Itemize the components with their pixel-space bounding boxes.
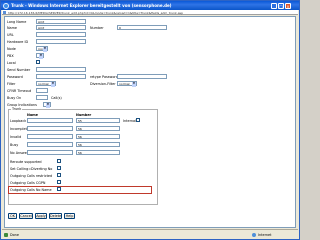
outgoing-cgpn-checkbox[interactable] (57, 180, 61, 184)
trunk-col-name: Name (27, 113, 38, 117)
number-input[interactable]: 0 (117, 25, 167, 30)
group-indications-select[interactable]: ▼ (43, 102, 51, 108)
invalid-number-input[interactable]: 56 (76, 134, 120, 139)
busy-number-input[interactable]: 56 (76, 142, 120, 147)
retype-password-input[interactable] (117, 74, 167, 79)
busy-label: Busy (10, 143, 19, 147)
outgoing-restricted-checkbox[interactable] (57, 173, 61, 177)
pbx-label: PBX (7, 54, 14, 58)
number-label: Number (90, 26, 104, 30)
node-label: Node (7, 47, 16, 51)
hardware-id-label: Hardware ID (7, 40, 29, 44)
name-input[interactable]: Amt (36, 25, 86, 30)
internal-checkbox[interactable] (136, 118, 140, 122)
globe-icon (252, 232, 256, 237)
chevron-down-icon: ▼ (51, 82, 55, 87)
invalid-label: Invalid (10, 135, 22, 139)
outgoing-restricted-label: Outgoing Calls restricted (10, 174, 53, 178)
loopback-label: Loopback (10, 119, 27, 123)
outgoing-no-name-label: Outgoing Calls No Name (10, 188, 52, 192)
title-bar: Trunk - Windows Internet Explorer bereit… (1, 1, 299, 10)
password-label: Password (7, 75, 23, 79)
window-title: Trunk - Windows Internet Explorer bereit… (11, 3, 172, 8)
filter-select[interactable]: normal ▼ (36, 81, 56, 87)
password-input[interactable] (36, 74, 86, 79)
address-url[interactable]: http://172.16.136.6/MEDIA/SERVER/trunk_e… (8, 11, 296, 15)
incomplete-number-input[interactable]: 56 (76, 126, 120, 131)
no-answer-name-input[interactable] (27, 150, 73, 155)
busy-on-label: Busy On (7, 96, 22, 100)
no-answer-label: No Answer (10, 151, 29, 155)
form-content: Long Name Amt Name Amt Number 0 URL Hard… (4, 16, 296, 228)
diversion-filter-label: Diversion-Filter (90, 82, 116, 86)
cancel-button[interactable]: Cancel (19, 213, 33, 219)
no-answer-number-input[interactable]: 56 (76, 150, 120, 155)
loopback-name-input[interactable] (27, 118, 73, 123)
filter-label: Filter (7, 82, 16, 86)
long-name-input[interactable]: Amt (36, 19, 86, 24)
long-name-label: Long Name (7, 20, 27, 24)
set-calling-diverting-label: Set Calling=Diverting No (10, 167, 53, 171)
local-checkbox[interactable] (36, 60, 40, 64)
chevron-down-icon: ▼ (46, 103, 50, 108)
page-icon (3, 10, 6, 15)
status-bar: Done Internet (2, 229, 298, 239)
maximize-button[interactable]: □ (278, 2, 284, 9)
internal-label: Internal (123, 119, 137, 123)
send-number-input[interactable] (36, 67, 86, 72)
local-label: Local (7, 61, 16, 65)
internet-explorer-icon (3, 2, 9, 9)
pbx-select[interactable]: ▼ (36, 53, 44, 59)
busy-name-input[interactable] (27, 142, 73, 147)
name-label: Name (7, 26, 18, 30)
ok-button[interactable]: OK (8, 213, 17, 219)
chevron-down-icon: ▼ (39, 54, 43, 59)
browser-window: Trunk - Windows Internet Explorer bereit… (0, 0, 300, 240)
set-calling-diverting-checkbox[interactable] (57, 166, 61, 170)
status-text: Done (10, 233, 19, 237)
page-done-icon (4, 232, 8, 237)
retype-password-label: retype Password (90, 75, 118, 79)
reroute-supported-label: Reroute supported (10, 160, 42, 164)
cfnr-timeout-label: CFNR Timeout (7, 89, 32, 93)
chevron-down-icon: ▼ (132, 82, 136, 87)
hardware-id-input[interactable] (36, 39, 86, 44)
address-bar[interactable]: http://172.16.136.6/MEDIA/SERVER/trunk_e… (2, 10, 298, 15)
loopback-number-input[interactable]: 55 (76, 118, 120, 123)
security-zone: Internet (258, 233, 272, 237)
incomplete-name-input[interactable] (27, 126, 73, 131)
reroute-supported-checkbox[interactable] (57, 159, 61, 163)
cfnr-timeout-input[interactable] (36, 88, 48, 93)
busy-on-input[interactable] (36, 95, 48, 100)
outgoing-no-name-checkbox[interactable] (57, 187, 61, 191)
chevron-down-icon: ▼ (43, 47, 47, 52)
diversion-filter-select-value: normal (119, 82, 130, 86)
apply-button[interactable]: Apply (35, 213, 47, 219)
url-label: URL (7, 33, 14, 37)
diversion-filter-select[interactable]: normal ▼ (117, 81, 137, 87)
delete-button[interactable]: Delete (49, 213, 62, 219)
help-button[interactable]: Help (64, 213, 75, 219)
trunk-legend: Trunk (11, 107, 23, 111)
busy-on-suffix: Call(s) (51, 96, 62, 100)
close-button[interactable]: × (285, 2, 291, 9)
send-number-label: Send Number (7, 68, 31, 72)
outgoing-cgpn-label: Outgoing Calls CGPN (10, 181, 46, 185)
minimize-button[interactable]: _ (271, 2, 277, 9)
node-select[interactable]: root ▼ (36, 46, 48, 52)
filter-select-value: normal (38, 82, 49, 86)
invalid-name-input[interactable] (27, 134, 73, 139)
url-input[interactable] (36, 32, 86, 37)
trunk-col-number: Number (76, 113, 92, 117)
